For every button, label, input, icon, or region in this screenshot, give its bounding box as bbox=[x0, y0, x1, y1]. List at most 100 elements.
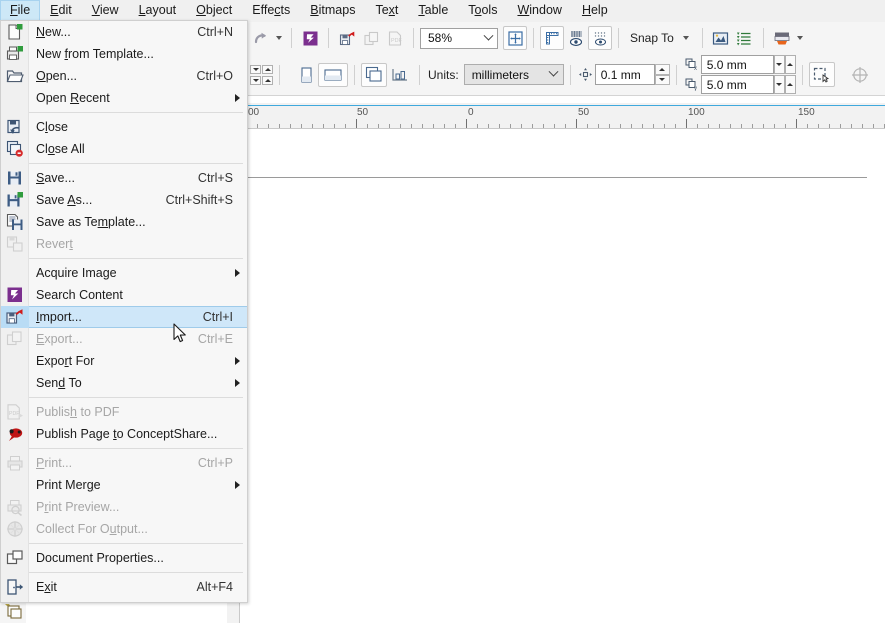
menubar-item-bitmaps[interactable]: Bitmaps bbox=[300, 0, 365, 21]
ruler-minor-tick bbox=[708, 124, 709, 128]
menu-separator bbox=[29, 448, 243, 449]
menu-item-save-as[interactable]: Save As...Ctrl+Shift+S bbox=[1, 189, 247, 211]
menubar-item-help[interactable]: Help bbox=[572, 0, 618, 21]
menu-item-new-from-template[interactable]: New from Template... bbox=[1, 43, 247, 65]
document-page[interactable] bbox=[227, 177, 867, 597]
object-manager-icon[interactable] bbox=[733, 26, 757, 50]
menu-item-acquire-image[interactable]: Acquire Image bbox=[1, 262, 247, 284]
landscape-orientation-icon[interactable] bbox=[318, 63, 348, 87]
duplicate-x-chevron-down-icon[interactable] bbox=[774, 55, 785, 74]
toolbar-separator bbox=[354, 65, 355, 85]
menu-item-exit[interactable]: ExitAlt+F4 bbox=[1, 576, 247, 598]
menu-item-send-to[interactable]: Send To bbox=[1, 372, 247, 394]
menubar-item-effects[interactable]: Effects bbox=[242, 0, 300, 21]
menu-item-new[interactable]: New...Ctrl+N bbox=[1, 21, 247, 43]
menu-item-label: Exit bbox=[29, 580, 197, 594]
ruler-minor-tick bbox=[587, 124, 588, 128]
duplicate-y-chevron-down-icon[interactable] bbox=[774, 75, 785, 94]
import-icon[interactable] bbox=[335, 26, 359, 50]
menu-separator bbox=[29, 397, 243, 398]
menu-separator bbox=[29, 112, 243, 113]
menu-item-save[interactable]: Save...Ctrl+S bbox=[1, 167, 247, 189]
ruler-minor-tick bbox=[334, 124, 335, 128]
menu-item-publish-to-pdf: PDF Publish to PDF bbox=[1, 401, 247, 423]
toolbar-separator bbox=[618, 28, 619, 48]
menu-item-label: Save as Template... bbox=[29, 215, 247, 229]
menu-item-save-as-template[interactable]: Save as Template... bbox=[1, 211, 247, 233]
menu-item-close-all[interactable]: Close All bbox=[1, 138, 247, 160]
menu-item-accelerator: Ctrl+N bbox=[197, 25, 247, 39]
options-icon[interactable] bbox=[709, 26, 733, 50]
menubar-item-file[interactable]: File bbox=[0, 0, 40, 21]
menu-item-print-merge[interactable]: Print Merge bbox=[1, 474, 247, 496]
svg-text:y: y bbox=[694, 86, 697, 91]
duplicate-distance-x-field[interactable]: 5.0 mm bbox=[701, 55, 774, 74]
menubar-item-table[interactable]: Table bbox=[408, 0, 458, 21]
treat-as-filled-icon[interactable] bbox=[809, 62, 835, 87]
duplicate-distance-y-value: 5.0 mm bbox=[707, 78, 747, 92]
export-icon bbox=[359, 26, 383, 50]
duplicate-distance-y-field[interactable]: 5.0 mm bbox=[701, 75, 774, 94]
close-document-icon bbox=[1, 116, 29, 138]
menu-item-accelerator: Ctrl+E bbox=[198, 332, 247, 346]
menubar-item-layout[interactable]: Layout bbox=[129, 0, 187, 21]
portrait-orientation-icon[interactable] bbox=[294, 63, 318, 87]
menu-item-print-preview: Print Preview... bbox=[1, 496, 247, 518]
redo-icon[interactable] bbox=[248, 26, 272, 50]
menubar-item-tools[interactable]: Tools bbox=[458, 0, 507, 21]
menubar-item-object[interactable]: Object bbox=[186, 0, 242, 21]
chevron-down-icon[interactable] bbox=[545, 65, 563, 84]
menu-item-close[interactable]: Close bbox=[1, 116, 247, 138]
menu-item-export-for[interactable]: Export For bbox=[1, 350, 247, 372]
ruler-major-tick bbox=[796, 119, 797, 128]
import-icon bbox=[1, 306, 29, 328]
zoom-level-combo[interactable]: 58% bbox=[420, 28, 498, 49]
menubar-item-view[interactable]: View bbox=[82, 0, 129, 21]
show-grid-icon[interactable] bbox=[564, 26, 588, 50]
duplicate-y-chevron-up-icon[interactable] bbox=[785, 75, 796, 94]
horizontal-ruler[interactable]: 0050050100150 bbox=[240, 103, 885, 129]
ruler-minor-tick bbox=[257, 124, 258, 128]
chevron-down-icon[interactable] bbox=[479, 29, 497, 48]
menu-item-publish-page-to-conceptshare[interactable]: Publish Page to ConceptShare... bbox=[1, 423, 247, 445]
menubar-item-text[interactable]: Text bbox=[365, 0, 408, 21]
toolbox-bottom-icon-area bbox=[0, 600, 26, 623]
close-all-icon bbox=[1, 138, 29, 160]
nudge-offset-field[interactable]: 0.1 mm bbox=[595, 64, 670, 85]
zoom-level-value: 58% bbox=[428, 31, 479, 45]
all-pages-icon[interactable] bbox=[361, 63, 387, 87]
units-combo[interactable]: millimeters bbox=[464, 64, 564, 85]
toolbar-separator bbox=[279, 65, 280, 85]
menubar-item-window[interactable]: Window bbox=[507, 0, 571, 21]
duplicate-x-chevron-up-icon[interactable] bbox=[785, 55, 796, 74]
page-size-spinners[interactable] bbox=[250, 65, 273, 85]
print-merge-icon bbox=[1, 474, 29, 496]
menu-item-document-properties[interactable]: Document Properties... bbox=[1, 547, 247, 569]
menu-item-label: Print Preview... bbox=[29, 500, 247, 514]
snap-to-button[interactable]: Snap To bbox=[625, 29, 696, 47]
ruler-tick-label: 0 bbox=[468, 107, 474, 118]
menu-item-import[interactable]: Import...Ctrl+I bbox=[1, 306, 247, 328]
menu-item-label: Print Merge bbox=[29, 478, 247, 492]
application-launcher-dropdown-chevron-down-icon[interactable] bbox=[794, 26, 807, 50]
chevron-down-icon[interactable] bbox=[683, 36, 689, 40]
ruler-minor-tick bbox=[422, 124, 423, 128]
menu-item-label: Publish to PDF bbox=[29, 405, 247, 419]
ruler-minor-tick bbox=[378, 124, 379, 128]
search-content-icon[interactable] bbox=[298, 26, 322, 50]
menu-item-open-recent[interactable]: Open Recent bbox=[1, 87, 247, 109]
menu-item-accelerator: Ctrl+Shift+S bbox=[166, 193, 247, 207]
application-launcher-icon[interactable] bbox=[770, 26, 794, 50]
menu-item-accelerator: Ctrl+O bbox=[197, 69, 247, 83]
ruler-minor-tick bbox=[455, 124, 456, 128]
show-rulers-icon[interactable] bbox=[540, 26, 564, 50]
menu-item-open[interactable]: Open...Ctrl+O bbox=[1, 65, 247, 87]
ruler-minor-tick bbox=[521, 124, 522, 128]
menubar-item-edit[interactable]: Edit bbox=[40, 0, 82, 21]
redo-dropdown-chevron-down-icon[interactable] bbox=[272, 26, 285, 50]
menu-item-search-content[interactable]: Search Content bbox=[1, 284, 247, 306]
current-page-only-icon[interactable] bbox=[387, 63, 413, 87]
full-screen-preview-icon[interactable] bbox=[503, 26, 527, 50]
svg-text:PDF: PDF bbox=[9, 411, 19, 417]
show-guidelines-icon[interactable] bbox=[588, 26, 612, 50]
